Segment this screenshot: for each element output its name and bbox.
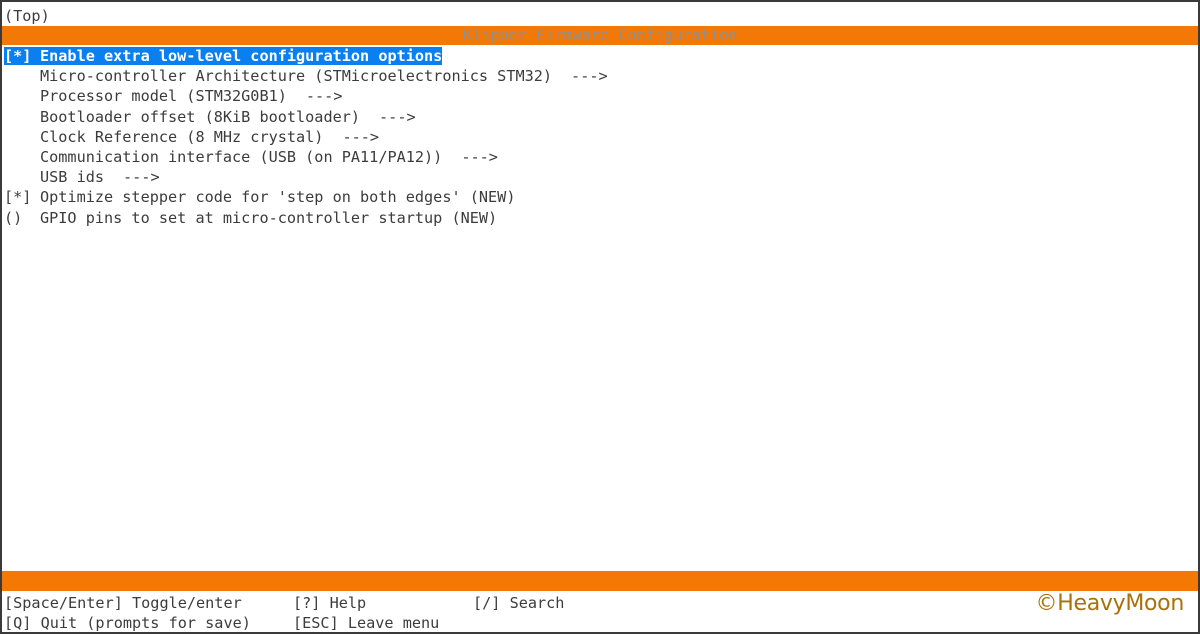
help-row: [Q] Quit (prompts for save) [ESC] Leave … <box>2 613 439 632</box>
menu-item-text: Bootloader offset (8KiB bootloader) <box>4 108 360 126</box>
help-row: [Space/Enter] Toggle/enter [?] Help [/] … <box>2 593 564 613</box>
leave-menu-hint[interactable]: [ESC] Leave menu <box>293 613 439 632</box>
menu-item-label: Communication interface (USB (on PA11/PA… <box>40 147 443 166</box>
menu-item-text: () GPIO pins to set at micro-controller s… <box>4 209 497 227</box>
title-bar: Klipper Firmware Configuration <box>2 26 1198 45</box>
toggle-enter-hint[interactable]: [Space/Enter] Toggle/enter <box>4 593 242 613</box>
menu-item-text: USB ids <box>4 168 104 186</box>
menu-item[interactable]: [*] Optimize stepper code for 'step on bo… <box>2 187 608 207</box>
submenu-arrow: ---> <box>305 87 343 106</box>
help-hint[interactable]: [?] Help <box>293 593 366 613</box>
terminal-window: (Top) Klipper Firmware Configuration [*]… <box>0 0 1200 634</box>
menu-item[interactable]: USB ids ---> <box>2 167 608 187</box>
submenu-arrow: ---> <box>123 168 160 187</box>
menu-item-label: Optimize stepper code for 'step on both … <box>40 188 516 207</box>
menu-item[interactable]: Communication interface (USB (on PA11/PA… <box>2 147 608 167</box>
menu-item-label: Micro-controller Architecture (STMicroel… <box>40 67 553 86</box>
menu-item-label: Processor model (STM32G0B1) <box>40 87 287 106</box>
menu-item-label: Bootloader offset (8KiB bootloader) <box>40 107 361 126</box>
menu-item-state: () <box>4 208 23 227</box>
search-hint[interactable]: [/] Search <box>473 593 564 613</box>
submenu-arrow: ---> <box>342 127 380 146</box>
submenu-arrow: ---> <box>379 107 416 126</box>
menu-item-text: Communication interface (USB (on PA11/PA… <box>4 148 442 166</box>
quit-hint[interactable]: [Q] Quit (prompts for save) <box>4 613 251 632</box>
menu-item[interactable]: [*] Enable extra low-level configuration … <box>2 46 608 66</box>
menu-item-state: [*] <box>4 188 32 207</box>
menu-item[interactable]: () GPIO pins to set at micro-controller s… <box>2 208 608 228</box>
menu-item-label: USB ids <box>40 168 105 187</box>
menu-item-state: [*] <box>4 47 32 65</box>
menu-list: [*] Enable extra low-level configuration … <box>2 46 608 228</box>
menu-item-text: [*] Optimize stepper code for 'step on bo… <box>4 188 515 206</box>
submenu-arrow: ---> <box>571 67 608 86</box>
menu-item-text: Micro-controller Architecture (STMicroel… <box>4 67 552 85</box>
menu-item-label: Clock Reference (8 MHz crystal) <box>40 127 324 146</box>
menu-item-label: Enable extra low-level configuration opt… <box>40 47 443 65</box>
breadcrumb: (Top) <box>4 7 50 25</box>
menu-item[interactable]: Bootloader offset (8KiB bootloader) ---> <box>2 107 608 127</box>
bottom-status-bar <box>2 571 1198 591</box>
submenu-arrow: ---> <box>461 147 498 166</box>
menu-item-text: Processor model (STM32G0B1) <box>4 87 287 105</box>
menu-item[interactable]: Micro-controller Architecture (STMicroel… <box>2 66 608 86</box>
menu-item-text: Clock Reference (8 MHz crystal) <box>4 128 323 146</box>
menu-item-text: [*] Enable extra low-level configuration … <box>4 47 443 65</box>
watermark: ©HeavyMoon <box>1035 591 1185 616</box>
menu-item[interactable]: Clock Reference (8 MHz crystal) ---> <box>2 127 608 147</box>
menu-item-label: GPIO pins to set at micro-controller sta… <box>40 208 498 227</box>
menu-item[interactable]: Processor model (STM32G0B1) ---> <box>2 86 608 106</box>
